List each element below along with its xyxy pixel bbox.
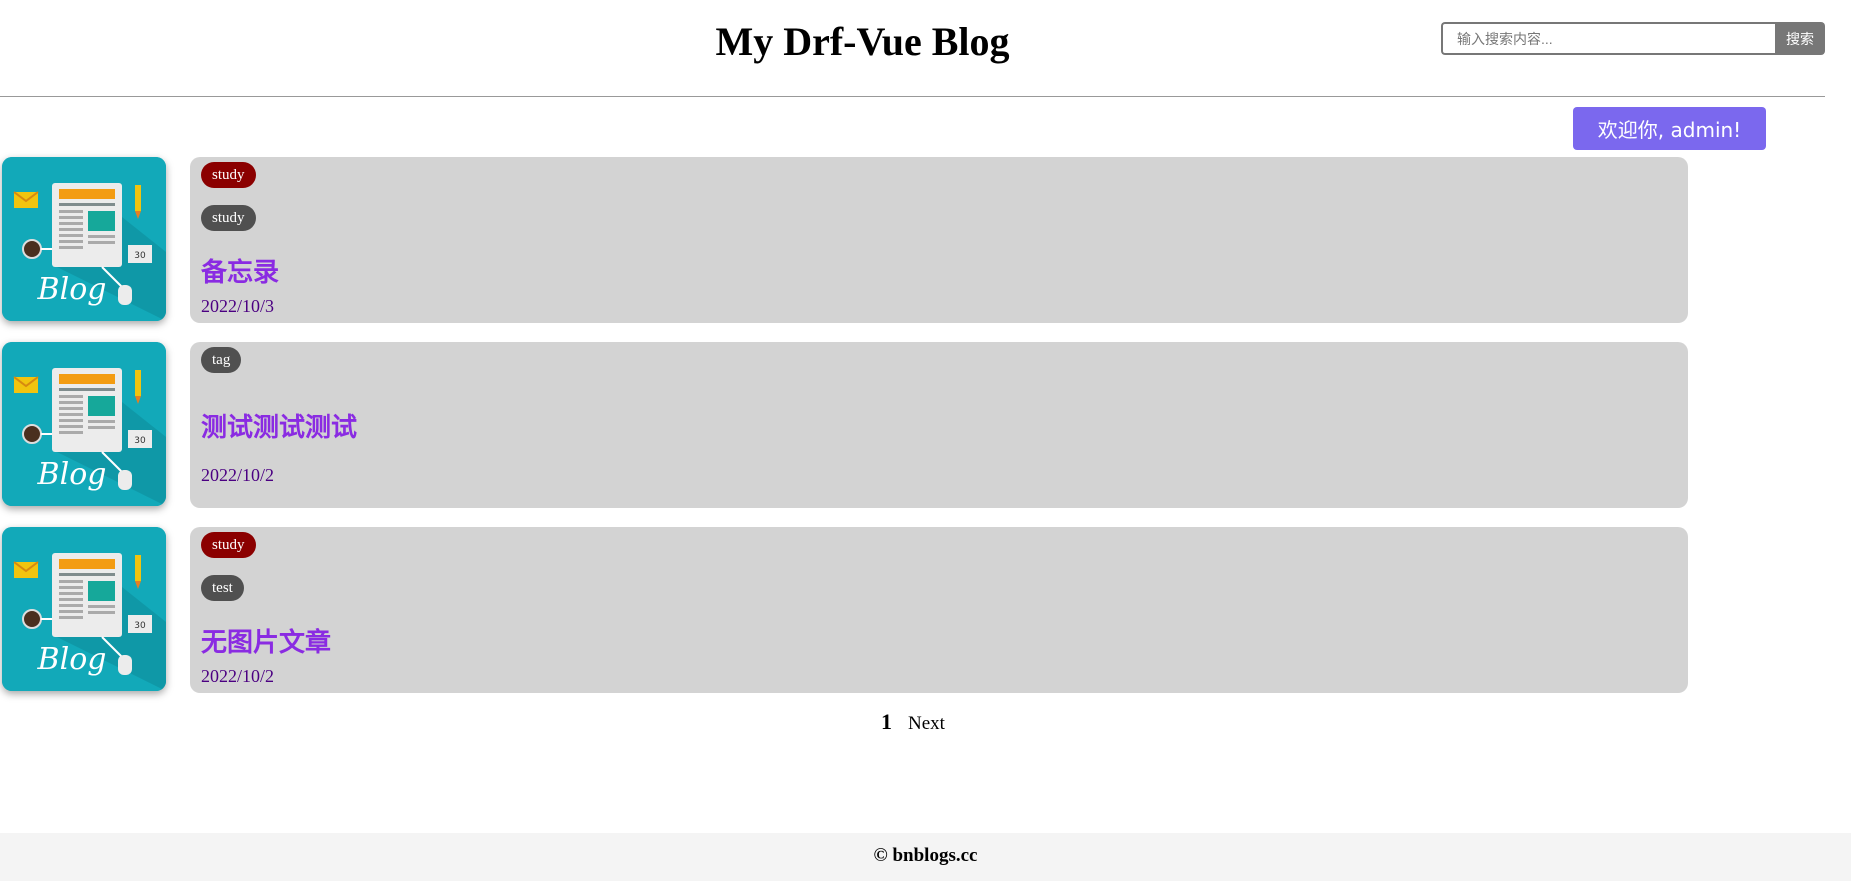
svg-text:Blog: Blog	[37, 642, 107, 677]
blog-thumbnail-icon[interactable]: 30 Blog	[2, 157, 166, 321]
welcome-button[interactable]: 欢迎你, admin!	[1573, 107, 1766, 150]
site-footer: © bnblogs.cc	[0, 833, 1851, 881]
svg-text:30: 30	[134, 251, 146, 261]
footer-copyright: © bnblogs.cc	[873, 845, 978, 866]
category-tag[interactable]: study	[201, 532, 256, 558]
post-date: 2022/10/2	[201, 666, 275, 686]
svg-text:30: 30	[134, 621, 146, 631]
post-card[interactable]: study test 无图片文章 2022/10/2	[190, 527, 1688, 693]
svg-text:Blog: Blog	[37, 272, 107, 307]
post-title[interactable]: 备忘录	[201, 252, 279, 289]
post-card[interactable]: tag 测试测试测试 2022/10/2	[190, 342, 1688, 508]
search-input[interactable]	[1441, 22, 1775, 55]
tag-badge[interactable]: test	[201, 575, 244, 601]
post-title[interactable]: 测试测试测试	[201, 407, 357, 444]
blog-thumbnail-icon[interactable]: 30 Blog	[2, 342, 166, 506]
search-form: 搜索	[1441, 22, 1825, 55]
post-item: 30 Blog study test 无图片文章 2022/10/2	[0, 527, 1688, 693]
category-tag[interactable]: study	[201, 162, 256, 188]
post-item: 30 Blog study study 备忘录 2022/10/3	[0, 157, 1688, 323]
site-header: My Drf-Vue Blog 搜索	[0, 0, 1825, 97]
tag-badge[interactable]: tag	[201, 347, 242, 373]
post-item: 30 Blog tag 测试测试测试 2022/10/2	[0, 342, 1688, 508]
post-card[interactable]: study study 备忘录 2022/10/3	[190, 157, 1688, 323]
blog-thumbnail-icon[interactable]: 30 Blog	[2, 527, 166, 691]
svg-text:30: 30	[134, 436, 146, 446]
next-page-link[interactable]: Next	[908, 713, 945, 735]
post-title[interactable]: 无图片文章	[201, 622, 331, 659]
post-date: 2022/10/2	[201, 465, 275, 485]
tag-badge[interactable]: study	[201, 205, 256, 231]
post-date: 2022/10/3	[201, 296, 275, 316]
search-button[interactable]: 搜索	[1775, 22, 1825, 55]
current-page[interactable]: 1	[881, 709, 892, 735]
svg-text:Blog: Blog	[37, 457, 107, 492]
